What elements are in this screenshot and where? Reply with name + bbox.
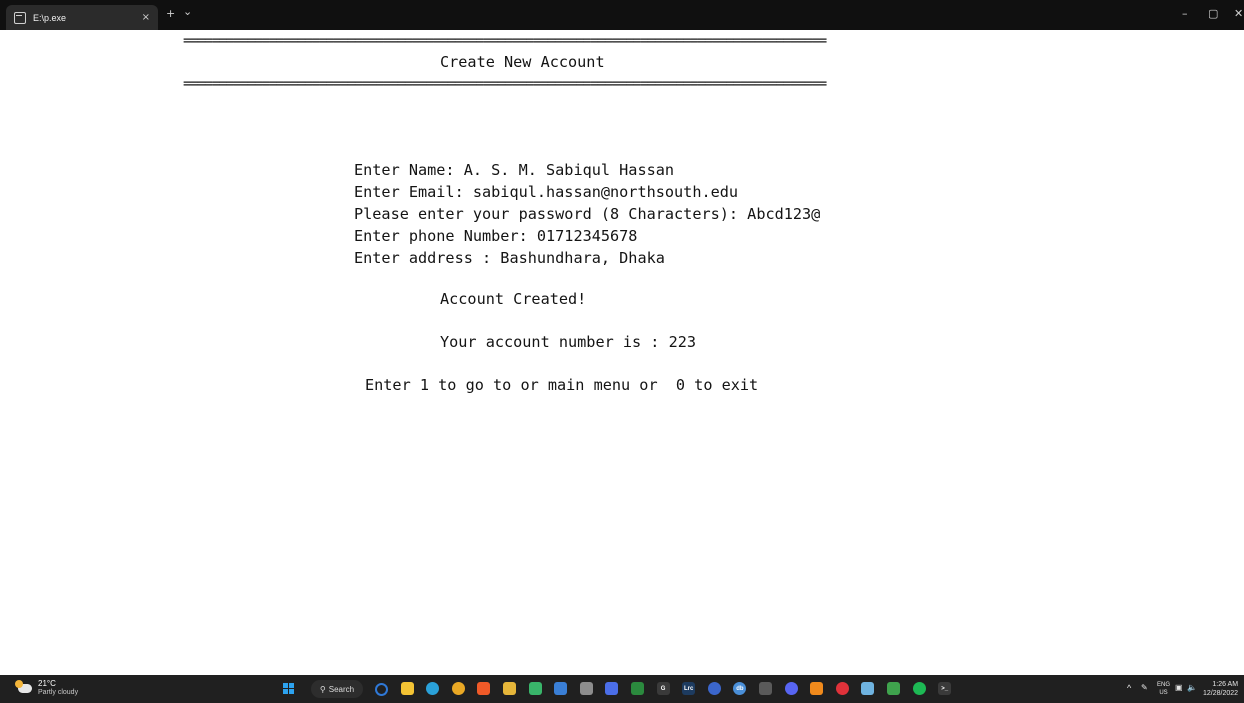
menu-prompt: Enter 1 to go to or main menu or 0 to ex… bbox=[365, 376, 759, 394]
partly-cloudy-icon bbox=[15, 679, 32, 693]
store-icon[interactable] bbox=[554, 682, 568, 695]
cortana-icon[interactable] bbox=[375, 683, 388, 696]
search-icon: ⚲ bbox=[319, 684, 326, 694]
brave-icon[interactable] bbox=[477, 682, 491, 695]
start-button[interactable] bbox=[283, 683, 295, 695]
search-label: Search bbox=[328, 684, 355, 694]
vlc-icon[interactable] bbox=[810, 682, 824, 695]
pen-icon[interactable]: ✎ bbox=[1141, 683, 1148, 692]
language-indicator[interactable]: ENG US bbox=[1157, 681, 1170, 697]
xbox-icon[interactable] bbox=[631, 682, 644, 695]
app-icon-12[interactable]: G bbox=[656, 682, 670, 695]
clock-time: 1:26 AM bbox=[1212, 681, 1239, 688]
edge-icon[interactable] bbox=[426, 682, 440, 695]
language-code: ENG bbox=[1157, 682, 1171, 688]
new-tab-button[interactable]: + bbox=[166, 7, 175, 20]
weather-temperature: 21°C bbox=[38, 679, 56, 688]
app-icon-16[interactable] bbox=[759, 682, 772, 695]
weather-widget[interactable]: 21°C Partly cloudy bbox=[15, 679, 79, 697]
terminal-tab-icon bbox=[14, 11, 26, 24]
app-icon-21[interactable] bbox=[887, 682, 900, 695]
account-number-message: Your account number is : 223 bbox=[440, 333, 697, 351]
app-icon-20[interactable] bbox=[861, 682, 875, 695]
window-title-bar: E:\p.exe × + ⌄ – ▢ ✕ bbox=[0, 0, 1244, 30]
app-icon-10[interactable] bbox=[605, 682, 619, 695]
volume-icon[interactable]: 🔈 bbox=[1187, 683, 1197, 692]
app-icon-14[interactable] bbox=[707, 682, 721, 695]
lightroom-icon[interactable]: Lrc bbox=[682, 682, 696, 695]
discord-icon[interactable] bbox=[784, 682, 798, 695]
tab-title: E:\p.exe bbox=[33, 12, 67, 23]
search-button[interactable]: ⚲ Search bbox=[311, 680, 363, 698]
taskbar: 21°C Partly cloudy ⚲ Search ^ ✎ ENG US ▣… bbox=[0, 675, 1244, 703]
spotify-icon[interactable] bbox=[912, 682, 926, 695]
console-output[interactable]: ========================================… bbox=[0, 30, 1244, 675]
app-icon-7[interactable] bbox=[528, 682, 542, 695]
file-explorer-icon[interactable] bbox=[400, 682, 414, 695]
tab-dropdown-button[interactable]: ⌄ bbox=[183, 5, 192, 18]
app-icon-19[interactable] bbox=[835, 682, 849, 695]
weather-condition: Partly cloudy bbox=[38, 689, 79, 696]
console-tab[interactable]: E:\p.exe × bbox=[6, 5, 158, 30]
minimize-button[interactable]: – bbox=[1182, 7, 1188, 20]
clock-date: 12/28/2022 bbox=[1203, 690, 1239, 697]
phone-line: Enter phone Number: 01712345678 bbox=[354, 227, 638, 245]
keyboard-region: US bbox=[1159, 690, 1168, 696]
system-clock[interactable]: 1:26 AM 12/28/2022 bbox=[1203, 680, 1238, 698]
heading: Create New Account bbox=[440, 53, 605, 71]
name-line: Enter Name: A. S. M. Sabiqul Hassan bbox=[354, 161, 675, 179]
maximize-button[interactable]: ▢ bbox=[1208, 7, 1218, 20]
tab-close-icon[interactable]: × bbox=[142, 12, 150, 23]
rule-top: ========================================… bbox=[183, 33, 827, 49]
account-created-message: Account Created! bbox=[440, 290, 587, 308]
email-line: Enter Email: sabiqul.hassan@northsouth.e… bbox=[354, 183, 739, 201]
app-icon-15[interactable]: db bbox=[733, 682, 747, 695]
app-icon-9[interactable] bbox=[579, 682, 593, 695]
rule-bottom: ========================================… bbox=[183, 76, 827, 92]
paint-icon[interactable] bbox=[503, 682, 516, 695]
network-icon[interactable]: ▣ bbox=[1175, 683, 1183, 692]
address-line: Enter address : Bashundhara, Dhaka bbox=[354, 249, 665, 267]
password-line: Please enter your password (8 Characters… bbox=[354, 205, 821, 223]
chrome-icon[interactable] bbox=[451, 682, 465, 695]
terminal-icon[interactable]: >_ bbox=[938, 682, 952, 695]
tray-overflow-icon[interactable]: ^ bbox=[1127, 683, 1131, 693]
close-button[interactable]: ✕ bbox=[1234, 7, 1243, 20]
